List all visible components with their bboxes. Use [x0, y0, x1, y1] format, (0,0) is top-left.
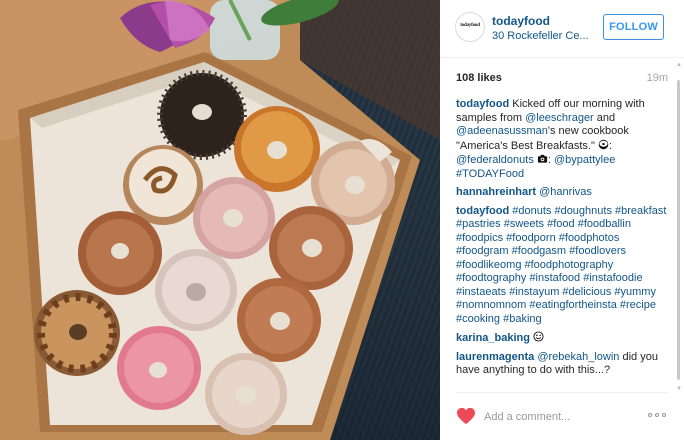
hashtag-link[interactable]: #instafoodie: [583, 272, 642, 284]
donut-powdered: [205, 353, 287, 435]
donut-pink-sugar-1: [193, 177, 275, 259]
comment: todayfood Kicked off our morning with sa…: [456, 98, 670, 181]
hashtag-link[interactable]: #foodtography: [456, 272, 526, 284]
comment-username[interactable]: hannahreinhart: [456, 186, 536, 198]
smiley-icon: [533, 331, 544, 342]
hashtag-link[interactable]: #cooking: [456, 313, 500, 325]
comment-username[interactable]: todayfood: [456, 98, 509, 110]
comment: karina_baking: [456, 331, 670, 346]
donut-pink-sugar-2: [117, 326, 201, 410]
more-dot: [648, 413, 652, 417]
comment-text: :: [608, 139, 613, 152]
donut-pecan: [34, 290, 120, 376]
post-time: 19m: [646, 72, 668, 84]
donut-swirl-frosted: [123, 145, 203, 225]
avatar-logo-text: todayfood: [460, 23, 480, 28]
add-comment-input[interactable]: [484, 409, 634, 425]
comments-list: todayfood Kicked off our morning with sa…: [456, 98, 670, 390]
comment-text: and: [593, 111, 616, 124]
donut-chocolate-sprinkle: [157, 70, 247, 160]
heart-icon[interactable]: [456, 407, 476, 425]
more-options-icon[interactable]: [648, 409, 668, 421]
author-username[interactable]: todayfood: [492, 14, 550, 28]
hashtag-link[interactable]: #yummy: [614, 286, 656, 298]
post-sidebar: todayfood todayfood 30 Rockefeller Ce...…: [440, 0, 684, 440]
hashtag-link[interactable]: #eatingfortheinsta: [529, 299, 616, 311]
hashtag-link[interactable]: #foodgasm: [512, 245, 566, 257]
hashtag-link[interactable]: #foodpics: [456, 232, 503, 244]
mention-link[interactable]: @federaldonuts: [456, 154, 534, 166]
donut-icon: [598, 139, 609, 150]
hashtag-link[interactable]: #instayum: [509, 286, 559, 298]
hashtag-link[interactable]: #pastries: [456, 218, 501, 230]
donut-box-photo: [0, 0, 440, 440]
hashtag-link[interactable]: #instaeats: [456, 286, 506, 298]
hashtag-link[interactable]: #doughnuts: [554, 205, 612, 217]
hashtag-link[interactable]: #baking: [503, 313, 542, 325]
hashtag-link[interactable]: #breakfast: [615, 205, 666, 217]
mention-link[interactable]: @adeenasussman: [456, 125, 548, 137]
donut-cinnamon-1: [269, 206, 353, 290]
post-header: todayfood todayfood 30 Rockefeller Ce...…: [440, 0, 684, 58]
follow-button[interactable]: FOLLOW: [603, 14, 664, 40]
hashtag-link[interactable]: #foodgram: [456, 245, 509, 257]
donut-cinnamon-3: [237, 278, 321, 362]
donut-cinnamon-2: [78, 211, 162, 295]
hashtag-link[interactable]: #food: [547, 218, 575, 230]
post-photo[interactable]: [0, 0, 440, 440]
mention-link[interactable]: @leeschrager: [525, 112, 594, 124]
post-footer: [456, 392, 668, 440]
post-location[interactable]: 30 Rockefeller Ce...: [492, 30, 592, 42]
hashtag-link[interactable]: #foodporn: [506, 232, 556, 244]
hashtag-link[interactable]: #instafood: [529, 272, 580, 284]
comment-username[interactable]: karina_baking: [456, 332, 530, 344]
likes-row: 108 likes 19m: [456, 72, 668, 86]
avatar[interactable]: todayfood: [455, 12, 485, 42]
mention-link[interactable]: @bypattylee: [554, 154, 615, 166]
hashtag-link[interactable]: #sweets: [504, 218, 544, 230]
camera-icon: [537, 153, 548, 164]
comments-scrollbar[interactable]: ▲ ▼: [676, 62, 682, 392]
scrollbar-thumb[interactable]: [677, 80, 680, 380]
comment-username[interactable]: laurenmagenta: [456, 351, 534, 363]
hashtag-link[interactable]: #foodlikeomg: [456, 259, 521, 271]
more-dot: [655, 413, 659, 417]
hashtag-link[interactable]: #foodballin: [578, 218, 631, 230]
scroll-down-arrow-icon[interactable]: ▼: [676, 386, 682, 392]
hashtag-link[interactable]: #foodphotography: [525, 259, 614, 271]
donut-vanilla-glazed: [155, 249, 237, 331]
hashtag-link[interactable]: #foodlovers: [569, 245, 626, 257]
hashtag-link[interactable]: #nomnomnom: [456, 299, 526, 311]
hashtag-link[interactable]: #recipe: [620, 299, 656, 311]
hashtag-link[interactable]: #delicious: [562, 286, 611, 298]
mention-link[interactable]: @rebekah_lowin: [537, 351, 619, 363]
comment: hannahreinhart @hanrivas: [456, 186, 670, 200]
more-dot: [662, 413, 666, 417]
hashtag-link[interactable]: #foodphotos: [559, 232, 620, 244]
comment: todayfood #donuts #doughnuts #breakfast …: [456, 205, 670, 327]
likes-count[interactable]: 108 likes: [456, 72, 502, 84]
mention-link[interactable]: @hanrivas: [539, 186, 592, 198]
hashtag-link[interactable]: #donuts: [512, 205, 551, 217]
hashtag-link[interactable]: #TODAYFood: [456, 168, 524, 180]
comment-username[interactable]: todayfood: [456, 205, 509, 217]
scroll-up-arrow-icon[interactable]: ▲: [676, 62, 682, 68]
comment: laurenmagenta @rebekah_lowin did you hav…: [456, 351, 670, 378]
